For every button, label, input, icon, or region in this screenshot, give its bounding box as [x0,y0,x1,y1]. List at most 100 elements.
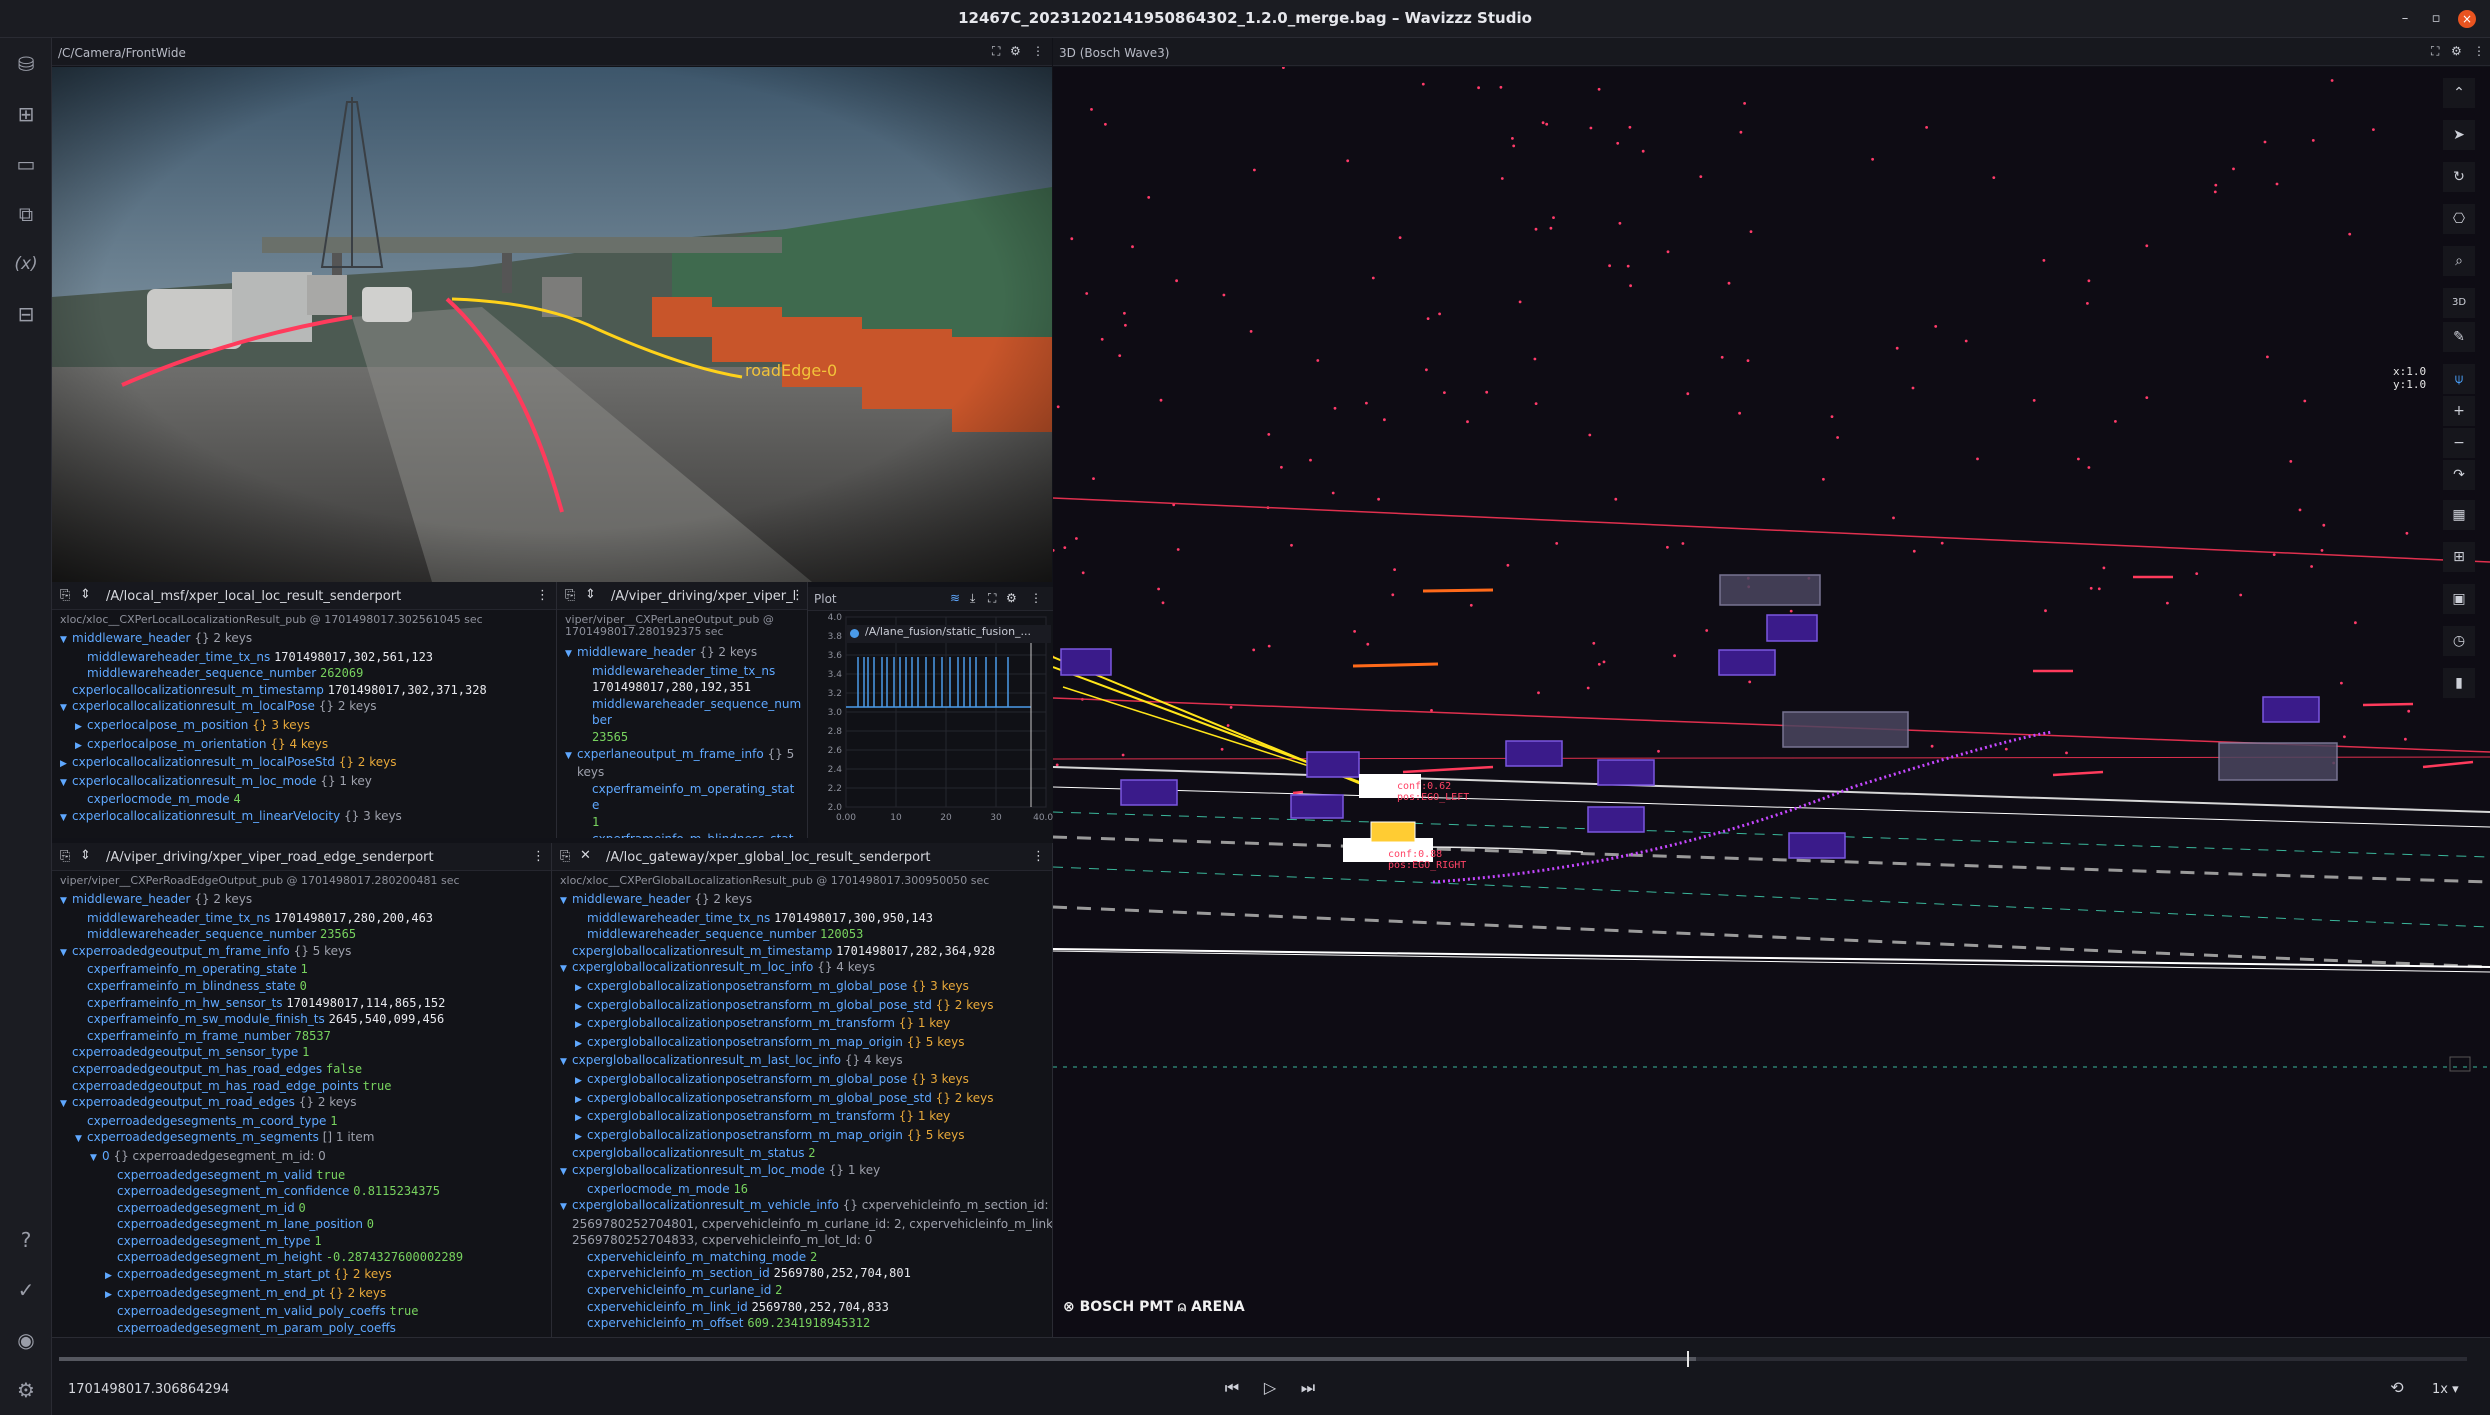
close-button[interactable]: × [2458,10,2476,28]
tree-row[interactable]: ▼ cxpergloballocalizationresult_m_vehicle… [552,1197,1052,1216]
expand-caret-icon[interactable]: ▶ [575,1036,587,1053]
loop-icon[interactable]: ⟲ [2383,1374,2411,1402]
tree-row[interactable]: ▼ cxperlocallocalizationresult_m_localPos… [52,698,556,717]
download-icon[interactable]: ⤓ [970,591,975,606]
plot-chart-icon[interactable]: ≋ [950,591,960,605]
reset-view-icon[interactable]: ↷ [2443,460,2475,490]
grid-icon[interactable]: ⊞ [2443,542,2475,572]
tree-row[interactable]: ▶ cxpergloballocalizationposetransform_m_… [552,1090,1052,1109]
tree-row[interactable]: ▶ cxpergloballocalizationposetransform_m_… [552,1108,1052,1127]
camera-more-icon[interactable]: ⋮ [1032,44,1044,58]
tree-row[interactable]: ▶ cxpergloballocalizationposetransform_m_… [552,1015,1052,1034]
3d-scene-view[interactable]: conf:0.62 pos:EGO_LEFT conf:0.88 pos:EGO_R… [1053,67,2490,1337]
search-view-icon[interactable]: ⌕ [2443,246,2475,276]
tree-row[interactable]: ▼ cxperlaneoutput_m_frame_info {} 5 [557,746,807,765]
ruler-icon[interactable]: ✎ [2443,322,2475,352]
fullscreen-icon[interactable]: ⛶ [992,44,1000,59]
tree-row[interactable]: ▶ cxperroadedgesegment_m_end_pt {} 2 keys [52,1285,551,1304]
expand-caret-icon[interactable]: ▶ [105,1287,117,1304]
minimize-button[interactable]: – [2396,10,2414,28]
expand-caret-icon[interactable]: ▼ [565,646,577,663]
restore-button[interactable]: ▫ [2427,10,2445,28]
expand-caret-icon[interactable]: ▶ [75,738,87,755]
tree-row[interactable]: ▼ middleware_header {} 2 keys [557,644,807,663]
layout-icon[interactable]: ⊞ [12,100,40,128]
fullscreen-icon[interactable]: ⛶ [988,591,996,606]
playback-speed-select[interactable]: 1x ▾ [2432,1382,2459,1397]
expand-toggle-icon[interactable]: ⇕ [80,587,91,602]
expand-caret-icon[interactable]: ▼ [560,961,572,978]
plot-settings-gear-icon[interactable]: ⚙ [1006,591,1017,605]
panel-settings-icon[interactable]: ⧉ [12,200,40,228]
expand-caret-icon[interactable]: ▶ [575,1110,587,1127]
camera-settings-gear-icon[interactable]: ⚙ [1010,44,1021,58]
expand-caret-icon[interactable]: ▼ [560,893,572,910]
expand-caret-icon[interactable]: ▶ [575,1073,587,1090]
tree-row[interactable]: ▶ cxpergloballocalizationposetransform_m_… [552,997,1052,1016]
expand-caret-icon[interactable]: ▼ [90,1150,102,1167]
rotate-icon[interactable]: ↻ [2443,162,2475,192]
scene-settings-gear-icon[interactable]: ⚙ [2451,44,2462,58]
lane-topic[interactable]: /A/viper_driving/xper_viper_l [611,589,796,604]
expand-caret-icon[interactable]: ▼ [60,810,72,827]
collapse-up-icon[interactable]: ⌃ [2443,78,2475,108]
expand-caret-icon[interactable]: ▼ [60,632,72,649]
tree-row[interactable]: ▼ cxpergloballocalizationresult_m_last_lo… [552,1052,1052,1071]
tree-row[interactable]: ▼ cxperroadedgesegments_m_segments [] 1 i… [52,1129,551,1148]
tree-row[interactable]: ▼ middleware_header {} 2 keys [52,891,551,910]
tree-row[interactable]: ▼ cxperroadedgeoutput_m_frame_info {} 5 k… [52,943,551,962]
expand-caret-icon[interactable]: ▼ [60,945,72,962]
timeline-track[interactable] [59,1351,2467,1367]
data-source-icon[interactable]: ⛁ [12,50,40,78]
plot-more-icon[interactable]: ⋮ [1030,591,1042,605]
add-panel-icon[interactable]: ▭ [12,150,40,178]
zoom-out-icon[interactable]: − [2443,428,2475,458]
local-loc-topic[interactable]: /A/local_msf/xper_local_loc_result_sende… [106,589,401,604]
tree-row[interactable]: ▼ 0 {} cxperroadedgesegment_m_id: 0 [52,1148,551,1167]
map-icon[interactable]: ▦ [2443,500,2475,530]
image-icon[interactable]: ▣ [2443,584,2475,614]
extensions-icon[interactable]: ⊟ [12,300,40,328]
tree-row[interactable]: ▼ cxperroadedgeoutput_m_road_edges {} 2 k… [52,1094,551,1113]
tree-row[interactable]: ▶ cxperlocalpose_m_position {} 3 keys [52,717,556,736]
timeline-playhead[interactable] [1686,1351,1689,1367]
tree-row[interactable]: ▼ cxpergloballocalizationresult_m_loc_inf… [552,959,1052,978]
tree-row[interactable]: ▼ cxperlocallocalizationresult_m_loc_mode… [52,773,556,792]
zoom-in-icon[interactable]: + [2443,396,2475,426]
delete-icon[interactable]: ▮ [2443,668,2475,698]
tree-row[interactable]: ▶ cxperroadedgesegment_m_start_pt {} 2 ke… [52,1266,551,1285]
tree-row[interactable]: ▶ cxpergloballocalizationposetransform_m_… [552,1034,1052,1053]
expand-toggle-icon[interactable]: ⇕ [80,848,91,863]
expand-caret-icon[interactable]: ▶ [575,999,587,1016]
mouse-icon[interactable]: ⎔ [2443,204,2475,234]
expand-caret-icon[interactable]: ▼ [560,1199,572,1216]
road-edge-topic[interactable]: /A/viper_driving/xper_viper_road_edge_se… [106,850,434,865]
history-icon[interactable]: ◷ [2443,626,2475,656]
expand-caret-icon[interactable]: ▼ [60,1096,72,1113]
road-edge-more-icon[interactable]: ⋮ [532,849,545,864]
expand-toggle-icon[interactable]: ⇕ [585,587,596,602]
skip-back-icon[interactable]: ⏮ [1218,1374,1246,1402]
expand-caret-icon[interactable]: ▶ [575,980,587,997]
expand-caret-icon[interactable]: ▼ [60,775,72,792]
help-icon[interactable]: ? [12,1226,40,1254]
camera-image[interactable]: roadEdge-0 [52,67,1052,582]
global-loc-more-icon[interactable]: ⋮ [1032,849,1045,864]
plot-chart[interactable]: 4.0 3.8 3.6 3.4 3.2 3.0 2.8 2.6 2.4 2.2 2.00.00 10 2… [808,611,1053,843]
local-loc-more-icon[interactable]: ⋮ [536,588,549,603]
pin-icon[interactable]: ⍦ [2443,364,2475,394]
expand-caret-icon[interactable]: ▼ [60,700,72,717]
expand-caret-icon[interactable]: ▶ [60,756,72,773]
expand-caret-icon[interactable]: ▼ [560,1164,572,1181]
expand-caret-icon[interactable]: ▶ [575,1017,587,1034]
expand-caret-icon[interactable]: ▼ [565,748,577,765]
skip-forward-icon[interactable]: ⏭ [1294,1374,1322,1402]
3d-mode-icon[interactable]: 3D [2443,288,2475,318]
tree-row[interactable]: ▼ cxpergloballocalizationresult_m_loc_mod… [552,1162,1052,1181]
collapse-toggle-icon[interactable]: ✕ [580,848,591,863]
plot-legend[interactable]: /A/lane_fusion/static_fusion_... [846,625,1051,643]
account-icon[interactable]: ◉ [12,1326,40,1354]
lane-more-icon[interactable]: ⋮ [791,588,804,603]
tree-row[interactable]: ▼ middleware_header {} 2 keys [552,891,1052,910]
tree-row[interactable]: ▶ cxpergloballocalizationposetransform_m_… [552,978,1052,997]
